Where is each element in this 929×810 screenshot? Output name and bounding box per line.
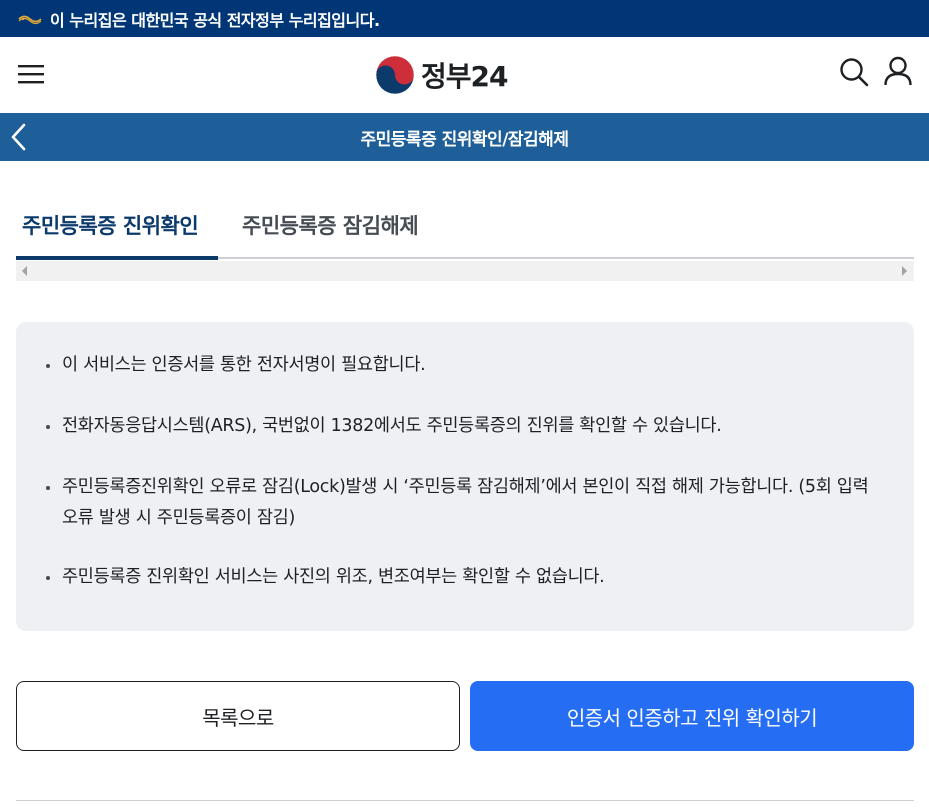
chevron-left-icon: [11, 123, 26, 151]
top-header: 정부24: [0, 37, 929, 113]
taegeuk-flag-icon: [18, 15, 42, 24]
notice-item: 이 서비스는 인증서를 통한 전자서명이 필요합니다.: [46, 350, 884, 381]
divider: [16, 800, 914, 801]
notice-item: 전화자동응답시스템(ARS), 국번없이 1382에서도 주민등록증의 진위를 …: [46, 411, 884, 442]
user-icon: [884, 56, 912, 86]
hamburger-menu-icon: [18, 65, 44, 84]
page-title: 주민등록증 진위확인/잠김해제: [360, 129, 569, 150]
list-button[interactable]: 목록으로: [16, 681, 460, 751]
tab-list: 주민등록증 진위확인 주민등록증 잠김해제: [16, 190, 914, 260]
gov-banner: 이 누리집은 대한민국 공식 전자정부 누리집입니다.: [0, 0, 929, 37]
user-button[interactable]: [882, 55, 914, 87]
tab-scrollbar[interactable]: [16, 261, 914, 281]
active-tab-indicator: [16, 256, 218, 260]
notice-item: 주민등록증 진위확인 서비스는 사진의 위조, 변조여부는 확인할 수 없습니다…: [46, 562, 884, 593]
tab-verify-id[interactable]: 주민등록증 진위확인: [22, 210, 199, 240]
menu-button[interactable]: [16, 59, 46, 89]
gov-banner-text: 이 누리집은 대한민국 공식 전자정부 누리집입니다.: [50, 10, 380, 30]
notice-item: 주민등록증진위확인 오류로 잠김(Lock)발생 시 ‘주민등록 잠김해제’에서…: [46, 472, 884, 534]
scroll-left-arrow-icon[interactable]: [22, 266, 27, 276]
site-logo[interactable]: 정부24: [375, 54, 508, 96]
title-bar: 주민등록증 진위확인/잠김해제: [0, 113, 929, 161]
verify-with-certificate-button[interactable]: 인증서 인증하고 진위 확인하기: [470, 681, 914, 751]
search-button[interactable]: [838, 56, 870, 88]
back-button[interactable]: [8, 121, 32, 153]
search-icon: [840, 58, 869, 87]
notice-box: 이 서비스는 인증서를 통한 전자서명이 필요합니다. 전화자동응답시스템(AR…: [16, 322, 914, 631]
tab-unlock-id[interactable]: 주민등록증 잠김해제: [242, 210, 419, 240]
taegeuk-logo-icon: [375, 55, 415, 95]
logo-text: 정부24: [421, 60, 508, 93]
scroll-right-arrow-icon[interactable]: [902, 266, 907, 276]
